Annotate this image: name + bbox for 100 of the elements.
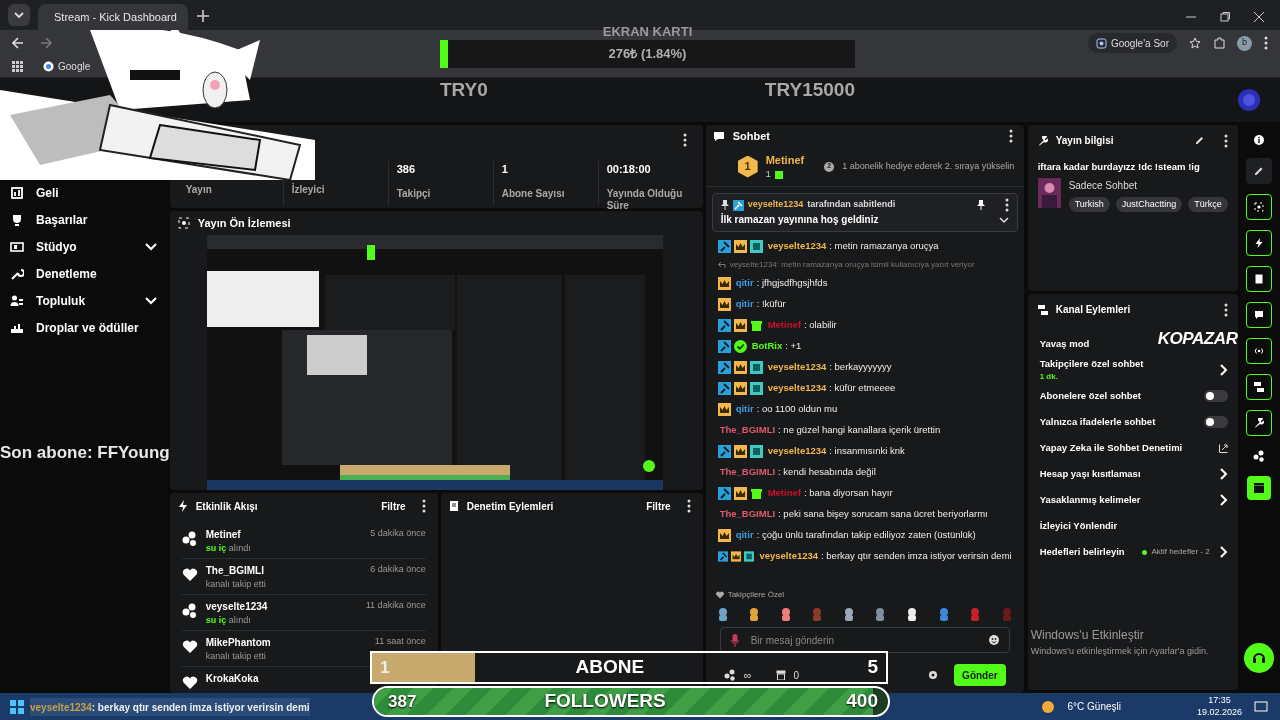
action-label[interactable]: Yalnızca ifadelerle sohbet <box>1039 415 1156 430</box>
toggle-switch[interactable] <box>1203 390 1228 403</box>
sidebar-item[interactable]: Geli <box>10 184 158 202</box>
sidebar-item[interactable]: Topluluk <box>10 292 158 310</box>
settings-icon[interactable] <box>928 670 939 680</box>
bookmark-link[interactable]: Google <box>43 59 91 74</box>
more-icon[interactable] <box>1223 302 1228 317</box>
chat-username[interactable]: veyselte1234 <box>767 360 827 375</box>
emoji-icon[interactable] <box>988 635 999 645</box>
notification-icon[interactable] <box>1254 699 1268 714</box>
profile-avatar[interactable]: b <box>1237 35 1252 51</box>
more-icon[interactable] <box>1223 133 1228 148</box>
gift-icon <box>749 319 763 332</box>
action-label[interactable]: Yavaş mod <box>1039 336 1090 352</box>
gift-icon <box>774 170 783 179</box>
more-icon[interactable] <box>686 499 691 513</box>
chat-message: : !küfür <box>756 297 786 312</box>
pencil-icon[interactable] <box>1194 136 1204 145</box>
crown-icon <box>733 445 747 458</box>
rail-button[interactable] <box>1245 338 1272 364</box>
pinned-text: İlk ramazan yayınına hoş geldiniz <box>720 212 879 227</box>
new-tab-icon[interactable] <box>196 9 210 23</box>
chevron-down-icon[interactable] <box>998 214 1009 225</box>
rail-button[interactable] <box>1245 230 1272 256</box>
rail-button[interactable] <box>1245 410 1272 436</box>
tab-list-icon[interactable] <box>8 4 30 26</box>
chat-username[interactable]: qitir <box>735 276 754 291</box>
chat-username[interactable]: veyselte1234 <box>767 444 827 459</box>
apps-icon[interactable] <box>12 61 23 72</box>
message-composer[interactable]: Bir mesaj gönderin <box>719 627 1010 653</box>
stat-label: Abone Sayısı <box>501 187 566 200</box>
nav-icon <box>10 240 24 254</box>
more-icon[interactable] <box>1008 129 1013 143</box>
extensions-icon[interactable] <box>1213 37 1225 49</box>
action-label[interactable]: Hesap yaşı kısıtlaması <box>1039 467 1141 482</box>
sidebar-item[interactable]: Başarılar <box>10 211 158 229</box>
chat-username[interactable]: qitir <box>735 297 754 312</box>
tag[interactable]: Türkçe <box>1188 197 1228 213</box>
rail-button[interactable] <box>1245 374 1272 400</box>
send-button[interactable]: Gönder <box>954 664 1006 686</box>
sidebar-item[interactable]: Droplar ve ödüller <box>10 319 158 337</box>
action-label[interactable]: İzleyici Yönlendir <box>1039 519 1118 534</box>
chat-username[interactable]: The_BGIMLI <box>719 465 776 480</box>
sidebar-item[interactable]: Stüdyo <box>10 238 158 256</box>
ask-google-button[interactable]: Google'a Sor <box>1087 33 1177 53</box>
filter-button[interactable]: Filtre <box>646 498 671 514</box>
chat-username[interactable]: veyselte1234 <box>759 549 819 564</box>
crown-icon <box>733 319 747 332</box>
filter-button[interactable]: Filtre <box>381 498 406 514</box>
pin-icon[interactable] <box>976 200 985 210</box>
forward-icon[interactable] <box>40 37 52 49</box>
more-icon[interactable] <box>682 133 687 147</box>
more-icon[interactable] <box>1264 36 1268 50</box>
chat-username[interactable]: qitir <box>735 402 754 417</box>
restore-icon[interactable] <box>1220 12 1230 22</box>
action-label[interactable]: Hedefleri belirleyin <box>1039 545 1125 560</box>
chat-username[interactable]: qitir <box>735 528 754 543</box>
panel-title: Sohbet <box>732 128 770 144</box>
tag[interactable]: JustChactting <box>1115 197 1183 213</box>
event-user: KrokaKoka <box>205 672 259 686</box>
info-icon[interactable] <box>1253 135 1264 145</box>
action-label[interactable]: Abonelere özel sohbet <box>1039 389 1142 404</box>
support-button[interactable] <box>1243 643 1274 673</box>
close-icon[interactable] <box>1254 12 1264 22</box>
more-icon[interactable] <box>421 499 426 513</box>
mod-badge-icon <box>717 319 731 332</box>
chevron-right-icon <box>1217 467 1228 482</box>
message-input[interactable]: Bir mesaj gönderin <box>750 632 977 648</box>
chat-username[interactable]: veyselte1234 <box>767 381 827 396</box>
tag[interactable]: Turkish <box>1068 197 1110 213</box>
browser-tab[interactable]: Stream - Kick Dashboard <box>38 4 188 30</box>
start-icon[interactable] <box>10 699 24 714</box>
subscriber-badge-icon <box>749 382 763 395</box>
chat-username[interactable]: The_BGIMLI <box>719 423 776 438</box>
chat-username[interactable]: BotRix <box>751 339 783 354</box>
chat-username[interactable]: The_BGIMLI <box>719 507 776 522</box>
chat-username[interactable]: veyselte1234 <box>767 239 827 254</box>
drops-icon[interactable] <box>1252 450 1265 462</box>
chat-message: : olabilir <box>803 318 837 333</box>
sidebar-item[interactable]: Denetleme <box>10 265 158 283</box>
toggle-switch[interactable] <box>1203 416 1228 429</box>
back-icon[interactable] <box>12 37 24 49</box>
rail-button[interactable] <box>1245 302 1272 328</box>
action-label[interactable]: Yapay Zeka ile Sohbet Denetimi <box>1039 441 1183 456</box>
action-label[interactable]: Takipçilere özel sohbet <box>1039 357 1144 372</box>
clips-button[interactable] <box>1246 476 1271 500</box>
microphone-icon <box>730 633 739 647</box>
drops-count: 0 <box>793 668 800 683</box>
rail-button[interactable] <box>1245 266 1272 292</box>
chat-message: : jfhgjsdfhgsjhfds <box>756 276 828 291</box>
star-icon[interactable] <box>1189 37 1201 49</box>
category-name[interactable]: Sadece Sohbet <box>1068 178 1228 194</box>
more-icon[interactable] <box>1004 198 1009 212</box>
leader-name[interactable]: Metinef <box>765 151 805 168</box>
channel-avatar[interactable] <box>1238 89 1260 111</box>
event-time: 5 dakika önce <box>370 527 426 540</box>
action-label[interactable]: Yasaklanmış kelimeler <box>1039 493 1141 508</box>
last-subscriber: Son abone: FFYoung <box>0 442 170 464</box>
edit-button[interactable] <box>1245 158 1272 184</box>
rail-button[interactable] <box>1245 194 1272 220</box>
